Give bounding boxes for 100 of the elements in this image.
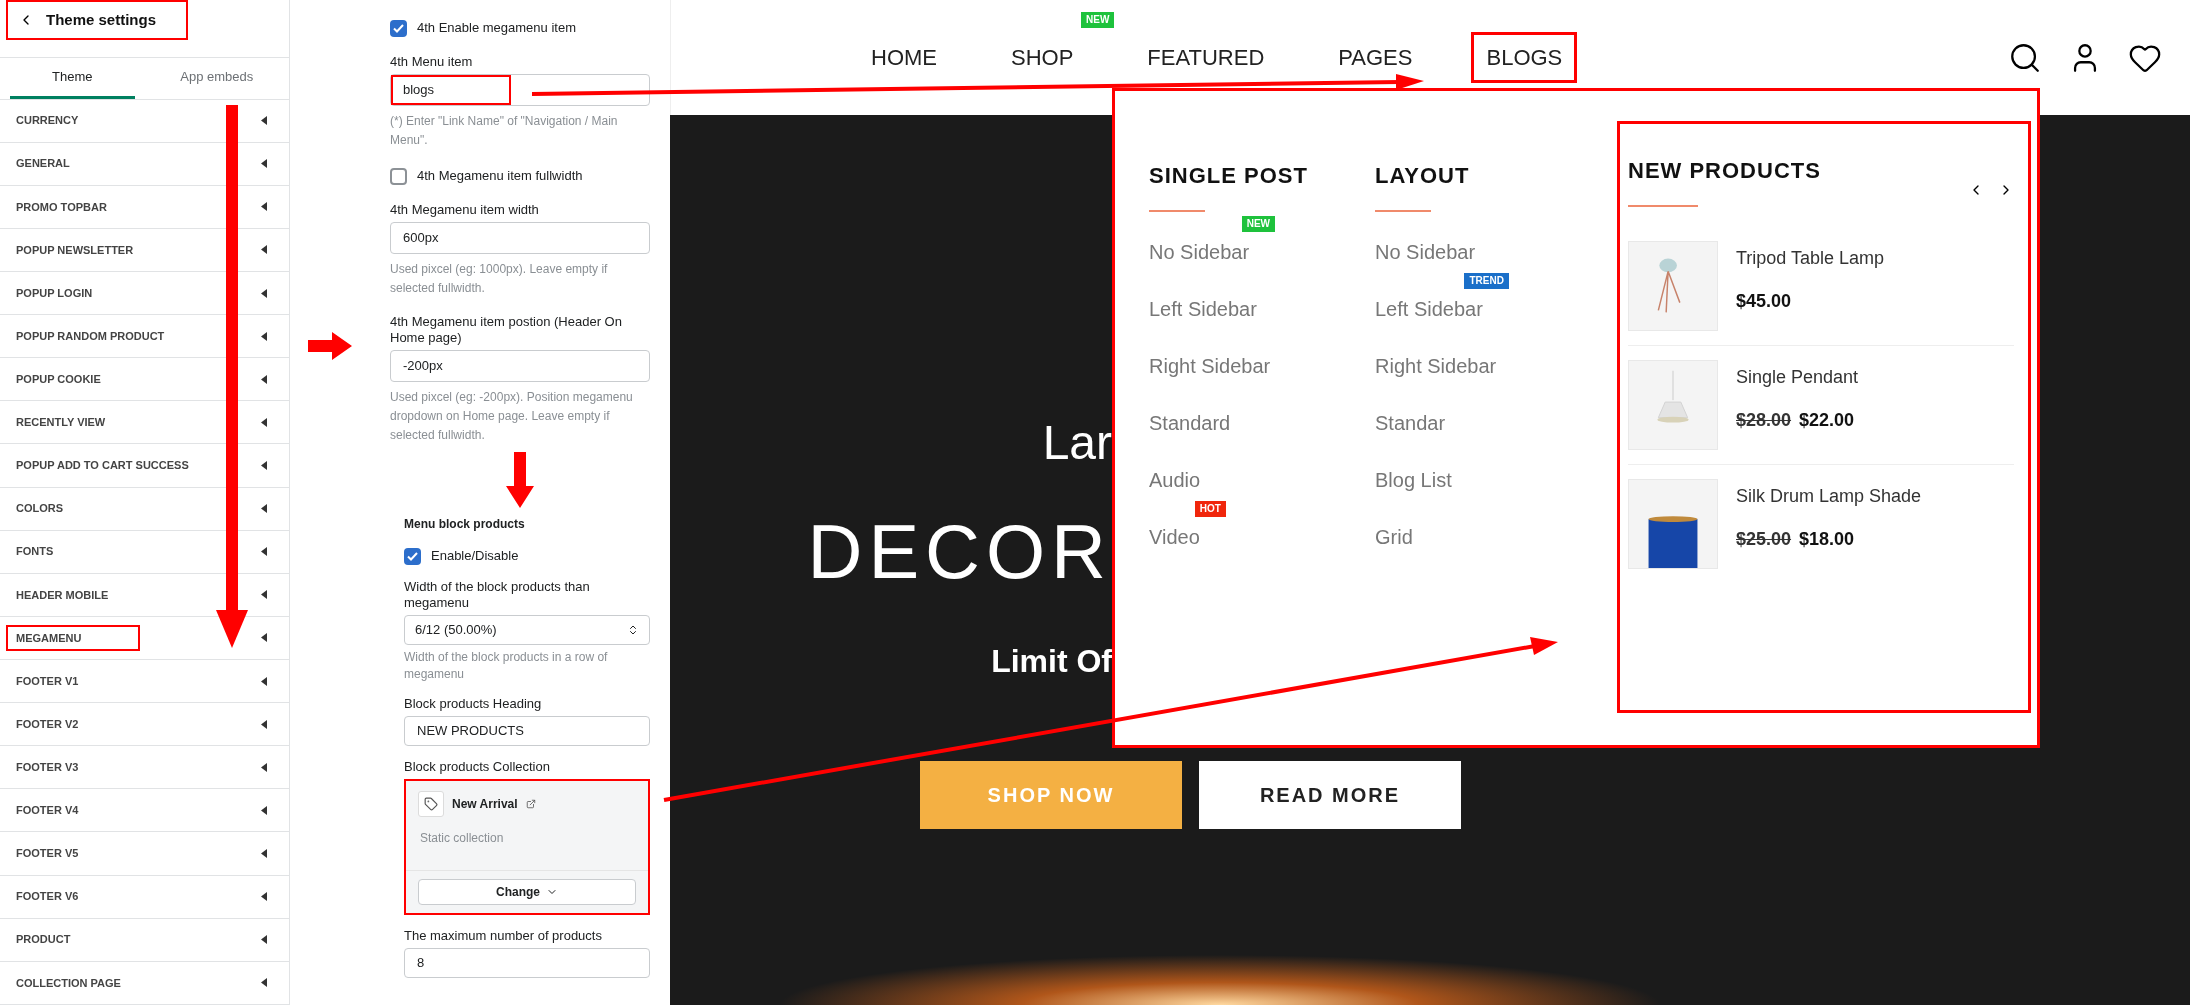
text-field[interactable]: 600px (390, 222, 650, 254)
badge: NEW (1081, 12, 1115, 28)
caret-icon (261, 633, 267, 643)
section-label: POPUP COOKIE (15, 372, 102, 388)
caret-icon (261, 331, 267, 341)
nav-link[interactable]: FEATURED (1132, 32, 1280, 83)
checkbox-label: 4th Enable megamenu item (417, 19, 576, 38)
section-label: POPUP LOGIN (15, 285, 94, 301)
product-price: $18.00 (1799, 528, 1855, 551)
menu-link[interactable]: Grid (1375, 521, 1413, 554)
hero-title: DECOR (807, 508, 1112, 596)
tab[interactable]: Theme (10, 57, 135, 99)
settings-section-row[interactable]: FOOTER V1 (0, 660, 289, 704)
menu-column-heading: NEW PRODUCTS (1628, 157, 1821, 185)
settings-section-row[interactable]: COLLECTION PAGE (0, 961, 289, 1005)
back-header[interactable]: Theme settings (6, 0, 188, 41)
section-heading: Menu block products (404, 516, 526, 533)
hero-subtitle: Lar (1042, 415, 1112, 471)
field-label: 4th Megamenu item postion (Header On Home page) (390, 314, 623, 346)
product-name[interactable]: Silk Drum Lamp Shade (1736, 483, 1922, 510)
field-label: Block products Collection (404, 759, 551, 775)
section-label: POPUP NEWSLETTER (15, 242, 135, 258)
lamp-drawing (1657, 258, 1681, 314)
lamp-drawing (1648, 516, 1698, 568)
nav-link[interactable]: PAGES (1323, 32, 1428, 83)
settings-section-row[interactable]: FOOTER V4 (0, 789, 289, 833)
checkbox-label: 4th Megamenu item fullwidth (417, 167, 583, 186)
section-label: FOOTER V6 (15, 889, 80, 905)
product-price: $22.00 (1799, 409, 1855, 432)
menu-link[interactable]: Video (1149, 521, 1200, 554)
menu-link[interactable]: No Sidebar (1375, 236, 1476, 269)
field-label: Width of the block products than megamenu (404, 579, 591, 611)
menu-link[interactable]: Standard (1149, 407, 1231, 440)
help-text: Used pixcel (eg: -200px). Position megamenu dropdown on Home page. Leave empty if selected fullwidth. (390, 389, 634, 444)
checkbox-label: Enable/Disable (431, 547, 519, 566)
help-text: (*) Enter "Link Name" of "Navigation / Main Menu". (390, 113, 619, 149)
section-label: POPUP RANDOM PRODUCT (15, 328, 166, 344)
section-label: COLORS (15, 501, 65, 517)
select-field[interactable]: 6/12 (50.00%) (404, 615, 650, 645)
settings-section-row[interactable]: PRODUCT (0, 918, 289, 962)
badge: HOT (1194, 501, 1226, 517)
collection-name[interactable]: New Arrival (452, 795, 518, 813)
section-label: MEGAMENU (6, 624, 140, 652)
field-label: The maximum number of products (404, 928, 603, 944)
menu-link[interactable]: Left Sidebar (1375, 293, 1483, 326)
caret-icon (261, 590, 267, 600)
section-label: FOOTER V2 (15, 716, 80, 732)
badge: TREND (1464, 273, 1509, 289)
hero-button[interactable]: READ MORE (1199, 761, 1461, 829)
caret-icon (261, 245, 267, 255)
down-arrow (506, 452, 534, 508)
section-label: FOOTER V5 (15, 846, 80, 862)
caret-icon (261, 805, 267, 815)
product-name[interactable]: Single Pendant (1736, 364, 1859, 391)
caret-icon (261, 892, 267, 902)
caret-icon (261, 978, 267, 988)
change-button[interactable]: Change (418, 879, 636, 905)
menu-link[interactable]: Audio (1149, 464, 1201, 497)
nav-link[interactable]: HOME (856, 32, 952, 83)
text-field[interactable]: blogs (390, 74, 650, 106)
menu-link[interactable]: Right Sidebar (1375, 350, 1497, 383)
checkbox[interactable] (390, 19, 407, 37)
menu-link[interactable]: Blog List (1375, 464, 1452, 497)
text-field[interactable]: NEW PRODUCTS (404, 716, 650, 746)
check-icon (407, 551, 418, 561)
field-label: 4th Megamenu item width (390, 202, 540, 218)
settings-section-row[interactable]: FOOTER V6 (0, 875, 289, 919)
product-price: $45.00 (1736, 290, 1792, 313)
caret-icon (261, 417, 267, 427)
nav-link[interactable]: BLOGS (1471, 32, 1578, 83)
settings-section-row[interactable]: FOOTER V3 (0, 746, 289, 790)
right-arrow (308, 332, 352, 360)
caret-icon (261, 116, 267, 126)
menu-link[interactable]: Standar (1375, 407, 1446, 440)
help-text: Width of the block products in a row of megamenu (404, 649, 609, 683)
menu-link[interactable]: Right Sidebar (1149, 350, 1271, 383)
menu-link[interactable]: Left Sidebar (1149, 293, 1257, 326)
old-price: $28.00 (1736, 409, 1792, 432)
menu-column-heading: LAYOUT (1375, 162, 1471, 190)
checkbox[interactable] (404, 547, 421, 565)
heading-underline (1628, 205, 1698, 207)
settings-section-row[interactable]: FOOTER V5 (0, 832, 289, 876)
section-label: HEADER MOBILE (15, 587, 110, 603)
heading-underline (1149, 210, 1205, 212)
section-label: RECENTLY VIEW (15, 415, 107, 431)
section-label: FOOTER V1 (15, 673, 80, 689)
caret-icon (261, 202, 267, 212)
caret-icon (261, 547, 267, 557)
tab[interactable]: App embeds (154, 57, 279, 99)
product-image[interactable] (1628, 479, 1718, 569)
settings-section-row[interactable]: FOOTER V2 (0, 703, 289, 747)
nav-link[interactable]: SHOP (996, 32, 1089, 83)
caret-icon (261, 504, 267, 514)
text-field[interactable]: -200px (390, 350, 650, 382)
external-link-icon (525, 799, 536, 809)
check-icon (393, 23, 404, 33)
menu-link[interactable]: No Sidebar (1149, 236, 1250, 269)
text-field[interactable]: 8 (404, 948, 650, 978)
product-name[interactable]: Tripod Table Lamp (1736, 245, 1885, 272)
checkbox[interactable] (390, 167, 407, 185)
